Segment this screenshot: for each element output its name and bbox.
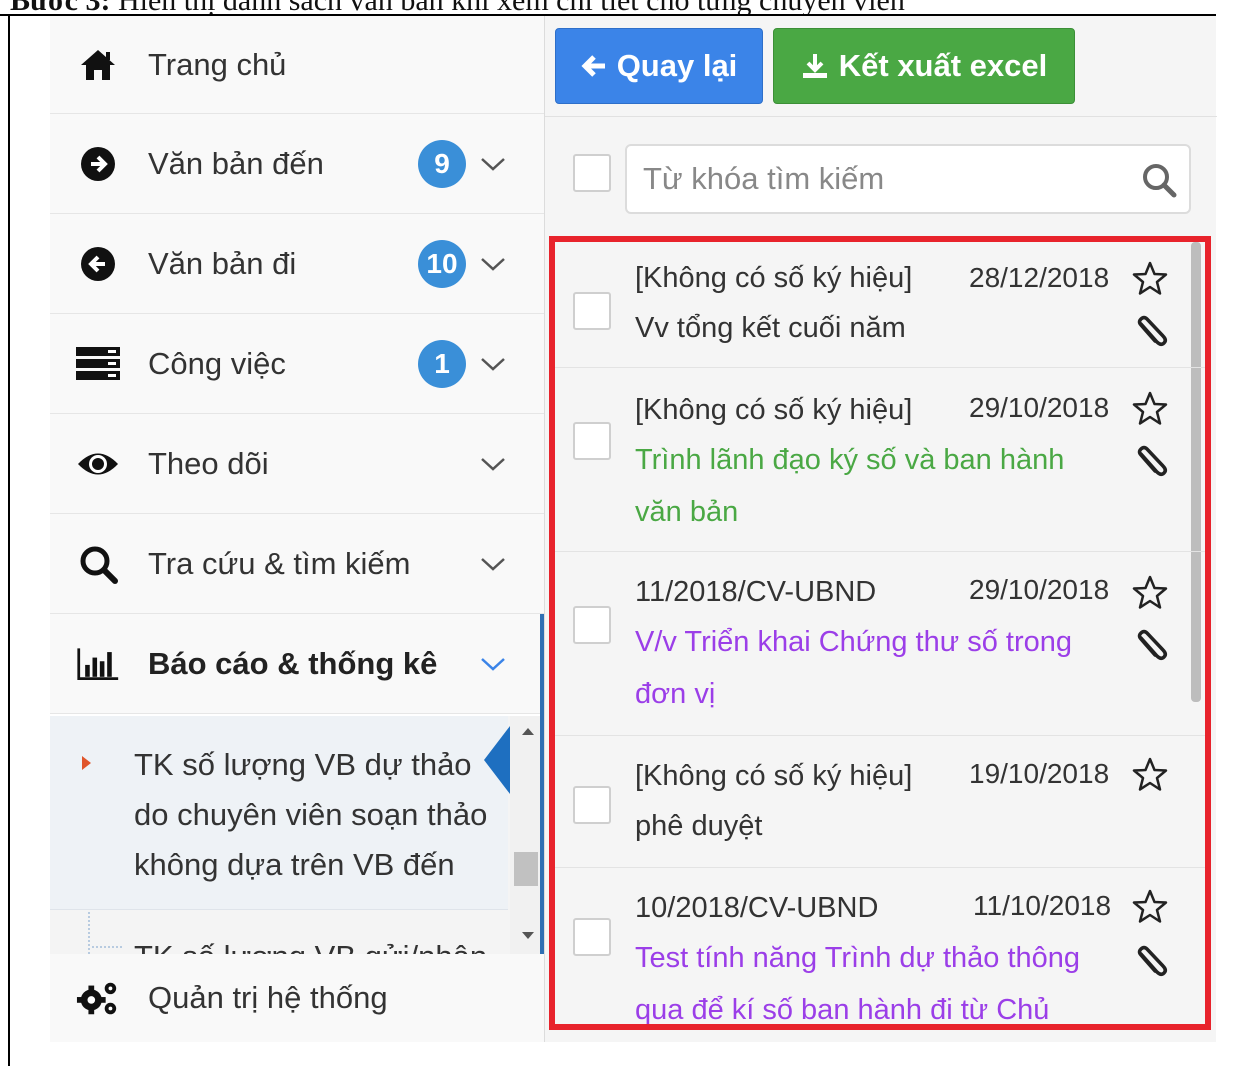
paperclip-icon[interactable] [1133,314,1169,350]
arrow-circle-right-icon [76,142,120,186]
document-code: [Không có số ký hiệu] [635,394,913,426]
count-badge: 9 [418,139,466,188]
document-title[interactable]: Vv tổng kết cuối năm [635,302,1115,354]
document-code: [Không có số ký hiệu] [635,262,913,294]
document-row[interactable]: [Không có số ký hiệu] 29/10/2018 Trình l… [555,368,1205,552]
home-icon [76,43,120,87]
document-title[interactable]: phê duyệt [635,800,1115,852]
sidebar-item-search[interactable]: Tra cứu & tìm kiếm [50,514,544,614]
export-button-label: Kết xuất excel [838,48,1048,83]
export-excel-button[interactable]: Kết xuất excel [773,28,1075,104]
gears-icon [76,976,120,1020]
sidebar-item-incoming[interactable]: Văn bản đến 9 [50,114,544,214]
star-icon[interactable] [1131,888,1169,926]
server-icon [76,342,120,386]
document-list: [Không có số ký hiệu] 28/12/2018 Vv tổng… [549,236,1211,1030]
document-code: 10/2018/CV-UBND [635,892,879,924]
document-panel: Quay lại Kết xuất excel Từ khóa tìm kiếm… [544,16,1217,1042]
document-code: [Không có số ký hiệu] [635,760,913,792]
sidebar-item-label: Theo dõi [148,445,269,481]
row-checkbox[interactable] [573,606,611,644]
scroll-thumb[interactable] [514,852,538,886]
submenu-item-draft-stats[interactable]: TK số lượng VB dự thảo do chuyên viên so… [50,716,510,910]
select-all-checkbox[interactable] [573,154,611,192]
chevron-down-icon [481,557,505,571]
document-date: 29/10/2018 [969,392,1110,423]
submenu-item-send-receive-stats[interactable]: TK số lượng VB gửi/nhận [134,932,514,954]
document-title[interactable]: Trình lãnh đạo ký số và ban hành văn bản [635,434,1115,538]
document-date: 11/10/2018 [973,890,1112,921]
star-icon[interactable] [1131,574,1169,612]
star-icon[interactable] [1131,756,1169,794]
document-row[interactable]: 10/2018/CV-UBND 11/10/2018 Test tính năn… [555,868,1205,1024]
sidebar-item-label: Quản trị hệ thống [148,980,388,1015]
sidebar-item-tasks[interactable]: Công việc 1 [50,314,544,414]
search-icon[interactable] [1139,160,1179,200]
submenu-item-label: TK số lượng VB dự thảo do chuyên viên so… [134,747,488,882]
chevron-down-icon [481,357,505,371]
star-icon[interactable] [1131,260,1169,298]
sidebar-item-outgoing[interactable]: Văn bản đi 10 [50,214,544,314]
chevron-down-icon [481,457,505,471]
sidebar-item-label: Văn bản đến [148,145,324,181]
eye-icon [76,442,120,486]
document-date: 29/10/2018 [969,574,1110,605]
count-badge: 10 [418,239,466,288]
star-icon[interactable] [1131,390,1169,428]
paperclip-icon[interactable] [1133,444,1169,480]
sidebar-item-label: Công việc [148,345,286,381]
arrow-left-icon [581,55,605,77]
sidebar-item-admin[interactable]: Quản trị hệ thống [50,954,544,1042]
document-date: 19/10/2018 [969,758,1110,789]
toolbar-divider [545,116,1217,117]
search-placeholder: Từ khóa tìm kiếm [643,161,885,196]
chevron-down-icon [481,257,505,271]
row-checkbox[interactable] [573,918,611,956]
sidebar-item-reports[interactable]: Báo cáo & thống kê [50,614,544,714]
caret-right-icon [82,756,91,770]
chevron-down-icon [481,657,505,671]
sidebar-item-label: Tra cứu & tìm kiếm [148,545,411,581]
sidebar-scrollbar[interactable] [510,716,544,954]
count-badge: 1 [418,339,466,388]
submenu-tree-branch [92,946,122,948]
search-icon [76,542,120,586]
document-code: 11/2018/CV-UBND [635,576,877,608]
search-input[interactable]: Từ khóa tìm kiếm [625,144,1191,214]
document-date: 28/12/2018 [969,262,1110,293]
scroll-up-icon[interactable] [522,728,534,735]
sidebar-item-home[interactable]: Trang chủ [50,16,544,114]
bar-chart-icon [76,642,120,686]
sidebar-item-follow[interactable]: Theo dõi [50,414,544,514]
document-row[interactable]: 11/2018/CV-UBND 29/10/2018 V/v Triển kha… [555,552,1205,736]
row-checkbox[interactable] [573,786,611,824]
document-title[interactable]: V/v Triển khai Chứng thư số trong đơn vị [635,616,1115,720]
paperclip-icon[interactable] [1133,944,1169,980]
paperclip-icon[interactable] [1133,628,1169,664]
document-row[interactable]: [Không có số ký hiệu] 28/12/2018 Vv tổng… [555,242,1205,368]
back-button-label: Quay lại [616,48,738,83]
reports-submenu: TK số lượng VB dự thảo do chuyên viên so… [50,716,544,954]
back-button[interactable]: Quay lại [555,28,763,104]
document-row[interactable]: [Không có số ký hiệu] 19/10/2018 phê duy… [555,736,1205,868]
active-indicator-icon [484,726,510,794]
row-checkbox[interactable] [573,422,611,460]
scroll-down-icon[interactable] [522,932,534,939]
frame-border [8,14,10,1066]
sidebar-item-label: Báo cáo & thống kê [148,645,438,681]
document-title[interactable]: Test tính năng Trình dự thảo thông qua đ… [635,932,1115,1024]
row-checkbox[interactable] [573,292,611,330]
download-icon [802,54,827,78]
sidebar-item-label: Trang chủ [148,46,287,82]
sidebar: Trang chủ Văn bản đến 9 Văn bản đi 10 Cô… [50,16,548,1042]
sidebar-item-label: Văn bản đi [148,245,297,281]
chevron-down-icon [481,157,505,171]
arrow-circle-left-icon [76,242,120,286]
